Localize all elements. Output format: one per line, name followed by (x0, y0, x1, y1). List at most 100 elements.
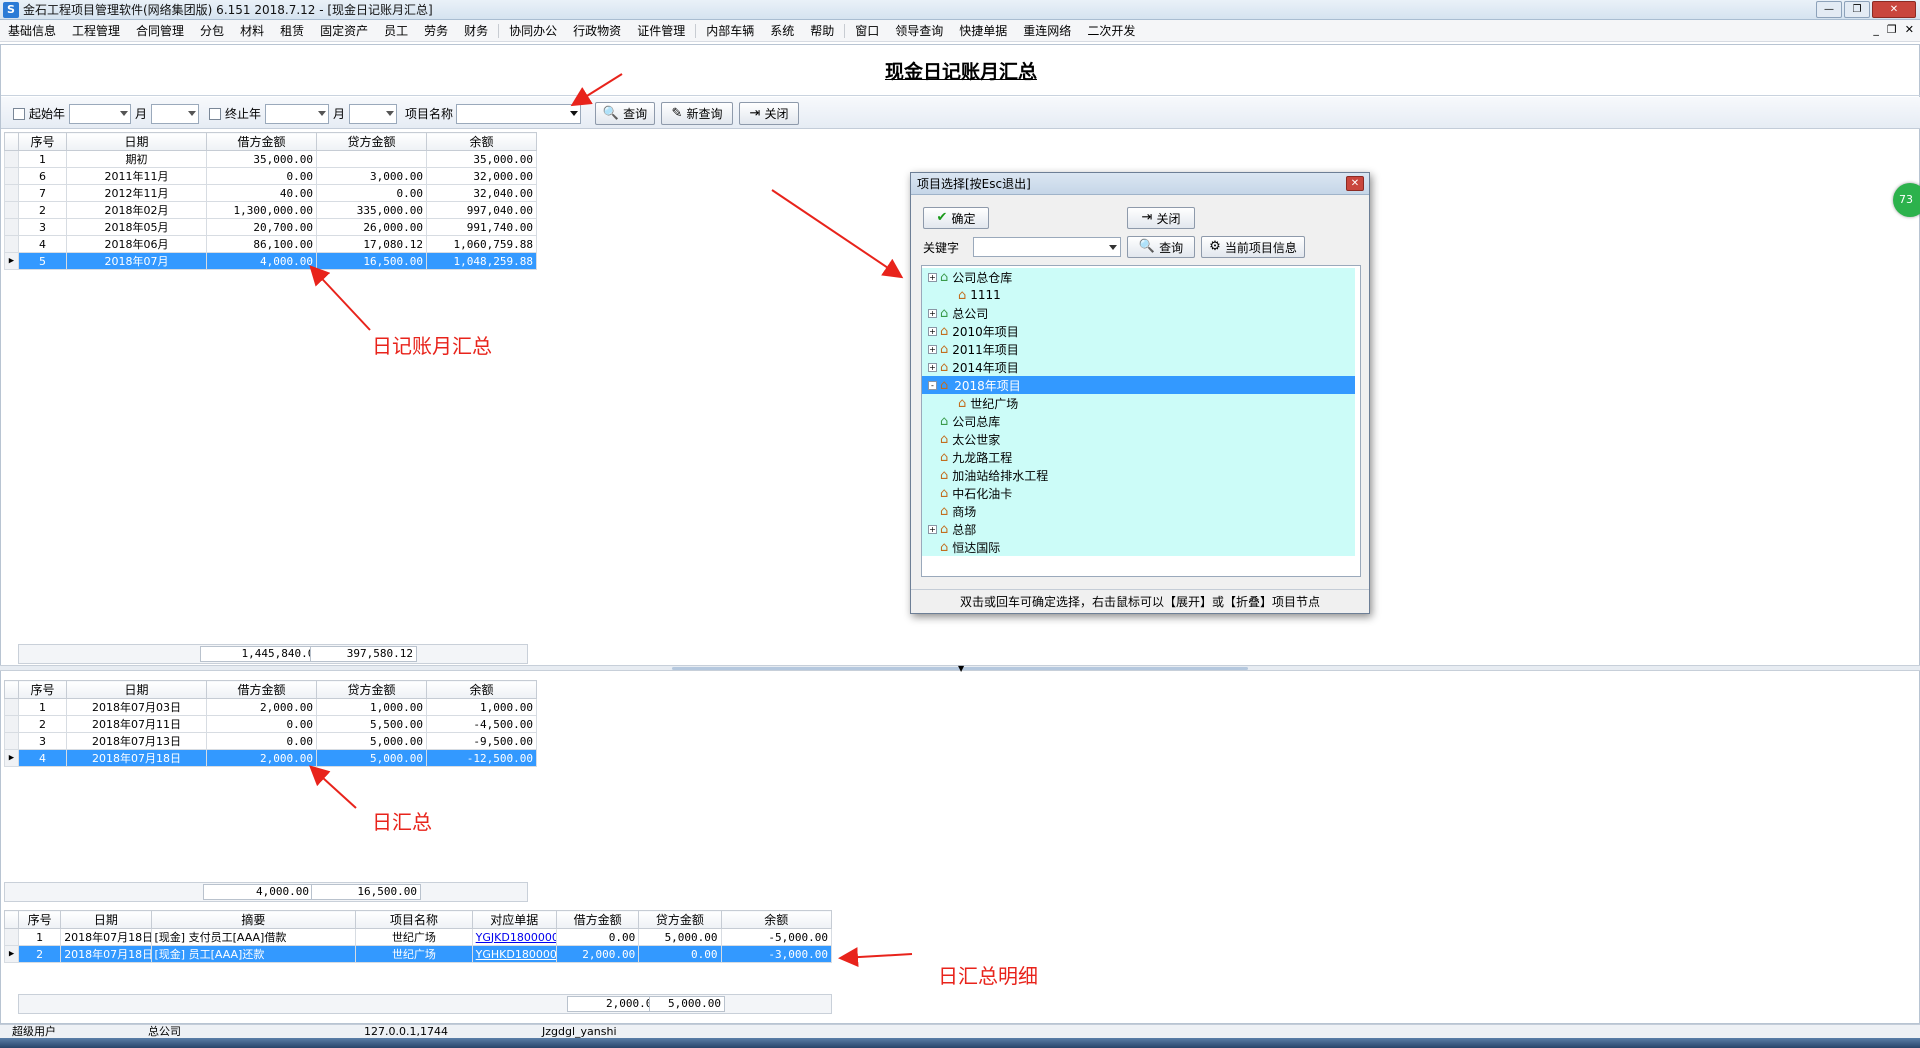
collapse-icon[interactable]: - (928, 380, 937, 390)
start-year-select[interactable] (69, 104, 131, 124)
column-header[interactable]: 贷方金额 (316, 680, 427, 699)
menu-item-15[interactable]: 帮助 (802, 20, 842, 42)
column-header[interactable]: 序号 (18, 910, 62, 929)
column-header[interactable]: 日期 (66, 680, 207, 699)
keyword-input[interactable] (973, 237, 1121, 257)
query-button[interactable]: 🔍 查询 (595, 102, 655, 125)
row-indicator[interactable] (4, 715, 19, 733)
table-row[interactable]: 3 2018年07月13日 0.00 5,000.00 -9,500.00 (4, 732, 537, 750)
tree-node[interactable]: ⌂ 九龙路工程 (928, 448, 1012, 466)
menu-item-14[interactable]: 系统 (762, 20, 802, 42)
table-row[interactable]: 1 2018年07月18日 [现金] 支付员工[AAA]借款 世纪广场 YGJKD180… (3, 928, 833, 946)
table-row[interactable]: 1 2018年07月03日 2,000.00 1,000.00 1,000.00 (4, 698, 537, 716)
expand-icon[interactable]: + (928, 308, 937, 318)
tree-node[interactable]: ⌂ 商场 (928, 502, 976, 520)
close-window-icon[interactable]: ✕ (1872, 1, 1916, 18)
table-row[interactable]: 6 2011年11月 0.00 3,000.00 32,000.00 (4, 167, 537, 185)
row-indicator[interactable] (4, 235, 19, 253)
document-link[interactable]: YGJKD1800000005 (476, 931, 556, 944)
tree-node[interactable]: + ⌂ 2011年项目 (928, 340, 1019, 358)
menu-item-16[interactable]: 窗口 (847, 20, 887, 42)
column-header[interactable]: 余额 (720, 910, 833, 929)
row-indicator[interactable] (3, 928, 20, 946)
row-indicator[interactable] (4, 201, 19, 219)
column-header[interactable]: 借方金额 (555, 910, 640, 929)
menu-item-19[interactable]: 重连网络 (1015, 20, 1079, 42)
column-header[interactable]: 借方金额 (206, 680, 317, 699)
row-indicator[interactable] (4, 732, 19, 750)
document-link[interactable]: YGHKD1800000002 (476, 948, 556, 961)
table-row[interactable]: 1 期初 35,000.00 35,000.00 (4, 150, 537, 168)
start-month-select[interactable] (151, 104, 199, 124)
row-indicator[interactable] (4, 698, 19, 716)
column-header[interactable]: 余额 (426, 132, 537, 151)
close-button[interactable]: ⇥ 关闭 (739, 102, 799, 125)
tree-node[interactable]: + ⌂ 2014年项目 (928, 358, 1019, 376)
floating-badge[interactable]: 73 (1893, 183, 1920, 217)
dialog-close-button[interactable]: ⇥ 关闭 (1127, 207, 1195, 229)
column-header[interactable]: 借方金额 (206, 132, 317, 151)
column-header[interactable]: 余额 (426, 680, 537, 699)
expand-icon[interactable]: + (928, 524, 937, 534)
menu-item-5[interactable]: 租赁 (272, 20, 312, 42)
table-cell[interactable]: YGHKD1800000002 (471, 945, 557, 963)
tree-node[interactable]: - ⌂ 2018年项目 (928, 376, 1023, 394)
table-row[interactable]: 3 2018年05月 20,700.00 26,000.00 991,740.00 (4, 218, 537, 236)
dialog-query-button[interactable]: 🔍 查询 (1127, 236, 1195, 258)
tree-node[interactable]: + ⌂ 总部 (928, 520, 976, 538)
row-indicator[interactable] (4, 184, 19, 202)
menu-item-3[interactable]: 分包 (192, 20, 232, 42)
column-header[interactable]: 项目名称 (355, 910, 473, 929)
column-header[interactable]: 对应单据 (471, 910, 557, 929)
column-header[interactable]: 序号 (18, 132, 67, 151)
table-cell[interactable]: YGJKD1800000005 (471, 928, 557, 946)
end-month-select[interactable] (349, 104, 397, 124)
menu-item-7[interactable]: 员工 (376, 20, 416, 42)
end-year-checkbox[interactable] (209, 108, 221, 120)
minimize-icon[interactable]: — (1816, 1, 1842, 18)
end-year-select[interactable] (265, 104, 329, 124)
table-row[interactable]: 4 2018年06月 86,100.00 17,080.12 1,060,759.88 (4, 235, 537, 253)
row-pointer-icon[interactable]: ▶ (4, 749, 19, 767)
table-row[interactable]: 2 2018年07月11日 0.00 5,500.00 -4,500.00 (4, 715, 537, 733)
chevron-down-icon[interactable]: ▼ (958, 664, 964, 673)
menu-item-2[interactable]: 合同管理 (128, 20, 192, 42)
menu-item-13[interactable]: 内部车辆 (698, 20, 762, 42)
column-header[interactable]: 贷方金额 (638, 910, 722, 929)
menu-item-4[interactable]: 材料 (232, 20, 272, 42)
expand-icon[interactable]: + (928, 344, 937, 354)
tree-node[interactable]: ⌂ 太公世家 (928, 430, 1000, 448)
project-name-select[interactable] (456, 104, 581, 124)
menu-item-0[interactable]: 基础信息 (0, 20, 64, 42)
menu-item-18[interactable]: 快捷单据 (951, 20, 1015, 42)
table-row[interactable]: ▶ 2 2018年07月18日 [现金] 员工[AAA]还款 世纪广场 YGHKD1800… (3, 945, 833, 963)
tree-node[interactable]: ⌂ 加油站给排水工程 (928, 466, 1048, 484)
row-indicator[interactable] (4, 150, 19, 168)
menu-item-10[interactable]: 协同办公 (501, 20, 565, 42)
dialog-ok-button[interactable]: ✔ 确定 (923, 207, 989, 229)
menu-item-12[interactable]: 证件管理 (629, 20, 693, 42)
tree-node[interactable]: ⌂ 世纪广场 (946, 394, 1018, 412)
tree-node[interactable]: ⌂ 公司总库 (928, 412, 1000, 430)
tree-node[interactable]: ⌂ 中石化油卡 (928, 484, 1012, 502)
tree-node[interactable]: + ⌂ 公司总仓库 (928, 268, 1012, 286)
mdi-close-icon[interactable]: ✕ (1905, 23, 1914, 36)
column-header[interactable]: 贷方金额 (316, 132, 427, 151)
restore-icon[interactable]: ❐ (1844, 1, 1870, 18)
start-year-checkbox[interactable] (13, 108, 25, 120)
expand-icon[interactable]: + (928, 362, 937, 372)
row-indicator[interactable] (4, 218, 19, 236)
menu-item-9[interactable]: 财务 (456, 20, 496, 42)
current-project-info-button[interactable]: ⚙ 当前项目信息 (1201, 236, 1305, 258)
tree-node[interactable]: + ⌂ 总公司 (928, 304, 988, 322)
menu-item-11[interactable]: 行政物资 (565, 20, 629, 42)
menu-item-1[interactable]: 工程管理 (64, 20, 128, 42)
column-header[interactable]: 日期 (60, 910, 152, 929)
new-query-button[interactable]: ✎ 新查询 (661, 102, 733, 125)
table-row[interactable]: ▶ 5 2018年07月 4,000.00 16,500.00 1,048,259.88 (4, 252, 537, 270)
column-header[interactable]: 日期 (66, 132, 207, 151)
tree-node[interactable]: + ⌂ 2010年项目 (928, 322, 1019, 340)
column-header[interactable]: 序号 (18, 680, 67, 699)
pane-splitter[interactable]: ▼ (0, 664, 1920, 673)
menu-item-17[interactable]: 领导查询 (887, 20, 951, 42)
